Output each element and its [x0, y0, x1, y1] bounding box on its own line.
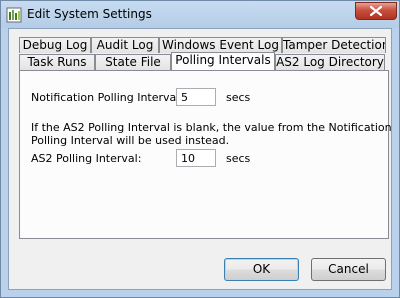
- dialog-window: Edit System Settings Debug Log Audit Log…: [0, 0, 400, 298]
- close-icon: [370, 6, 382, 16]
- tab-polling-intervals[interactable]: Polling Intervals: [171, 52, 275, 70]
- notification-interval-input[interactable]: [176, 88, 216, 106]
- tab-debug-log[interactable]: Debug Log: [19, 37, 91, 53]
- dialog-client-area: Debug Log Audit Log Windows Event Log Ta…: [8, 28, 392, 290]
- as2-interval-label: AS2 Polling Interval:: [31, 152, 142, 165]
- title-bar[interactable]: Edit System Settings: [1, 1, 399, 28]
- ok-button[interactable]: OK: [224, 258, 299, 281]
- polling-intervals-panel: Notification Polling Interval: secs If t…: [19, 70, 392, 239]
- notification-interval-unit: secs: [226, 91, 251, 104]
- as2-interval-input[interactable]: [176, 149, 216, 167]
- tab-windows-event-log[interactable]: Windows Event Log: [159, 37, 282, 53]
- window-title: Edit System Settings: [27, 7, 152, 21]
- cancel-button[interactable]: Cancel: [311, 258, 386, 281]
- tab-as2-log-directory[interactable]: AS2 Log Directory: [275, 54, 385, 70]
- polling-note-line1: If the AS2 Polling Interval is blank, th…: [31, 121, 392, 134]
- close-button[interactable]: [355, 2, 397, 20]
- as2-interval-unit: secs: [226, 152, 251, 165]
- tab-state-file[interactable]: State File: [95, 54, 171, 70]
- notification-interval-label: Notification Polling Interval:: [31, 91, 184, 104]
- tab-tamper-detection[interactable]: Tamper Detection: [282, 37, 386, 53]
- tab-audit-log[interactable]: Audit Log: [91, 37, 159, 53]
- polling-note-line2: Polling Interval will be used instead.: [31, 134, 230, 147]
- app-icon: [6, 7, 22, 23]
- tab-task-runs[interactable]: Task Runs: [19, 54, 95, 70]
